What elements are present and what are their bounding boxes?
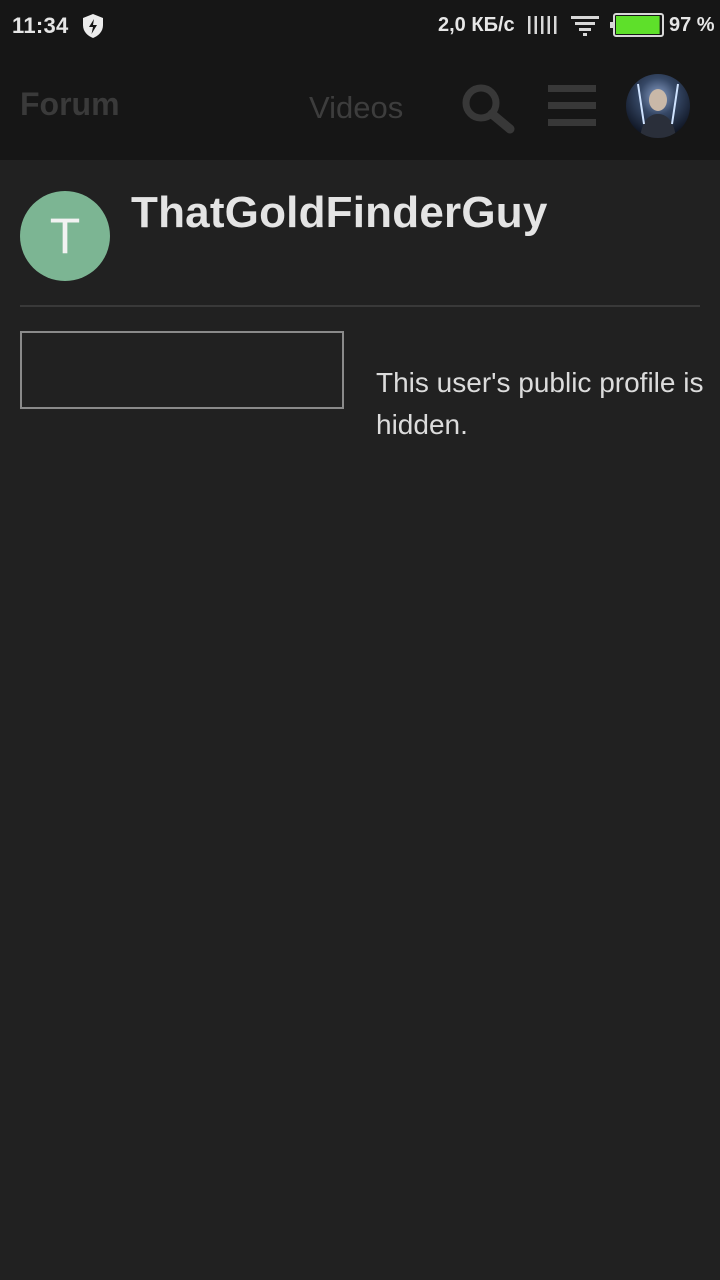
menu-icon[interactable]: [548, 85, 596, 127]
battery-icon: [610, 13, 664, 37]
profile-username: ThatGoldFinderGuy: [131, 188, 548, 237]
profile-avatar-letter: T: [49, 208, 81, 264]
network-speed: 2,0 КБ/с: [438, 14, 515, 36]
status-time: 11:34: [12, 13, 69, 38]
user-avatar[interactable]: [626, 74, 690, 138]
battery-percent: 97 %: [669, 14, 715, 36]
nav-videos-link[interactable]: Videos: [309, 90, 403, 126]
search-icon[interactable]: [458, 82, 516, 134]
wifi-icon: [571, 16, 599, 36]
nav-forum-link[interactable]: Forum: [20, 86, 120, 123]
avatar-image: [637, 83, 679, 138]
profile-screen: 11:34 2,0 КБ/с 97 % Forum Videos T ThatG…: [0, 0, 720, 1280]
status-bar: 11:34 2,0 КБ/с 97 %: [0, 0, 720, 52]
signal-bars-icon: [528, 16, 557, 34]
profile-image-placeholder: [20, 331, 344, 409]
profile-avatar: T: [20, 191, 110, 281]
hidden-profile-message: This user's public profile is hidden.: [376, 367, 704, 440]
profile-divider: [20, 305, 700, 307]
shield-bolt-icon: [83, 14, 103, 38]
app-header: Forum Videos: [0, 52, 720, 160]
